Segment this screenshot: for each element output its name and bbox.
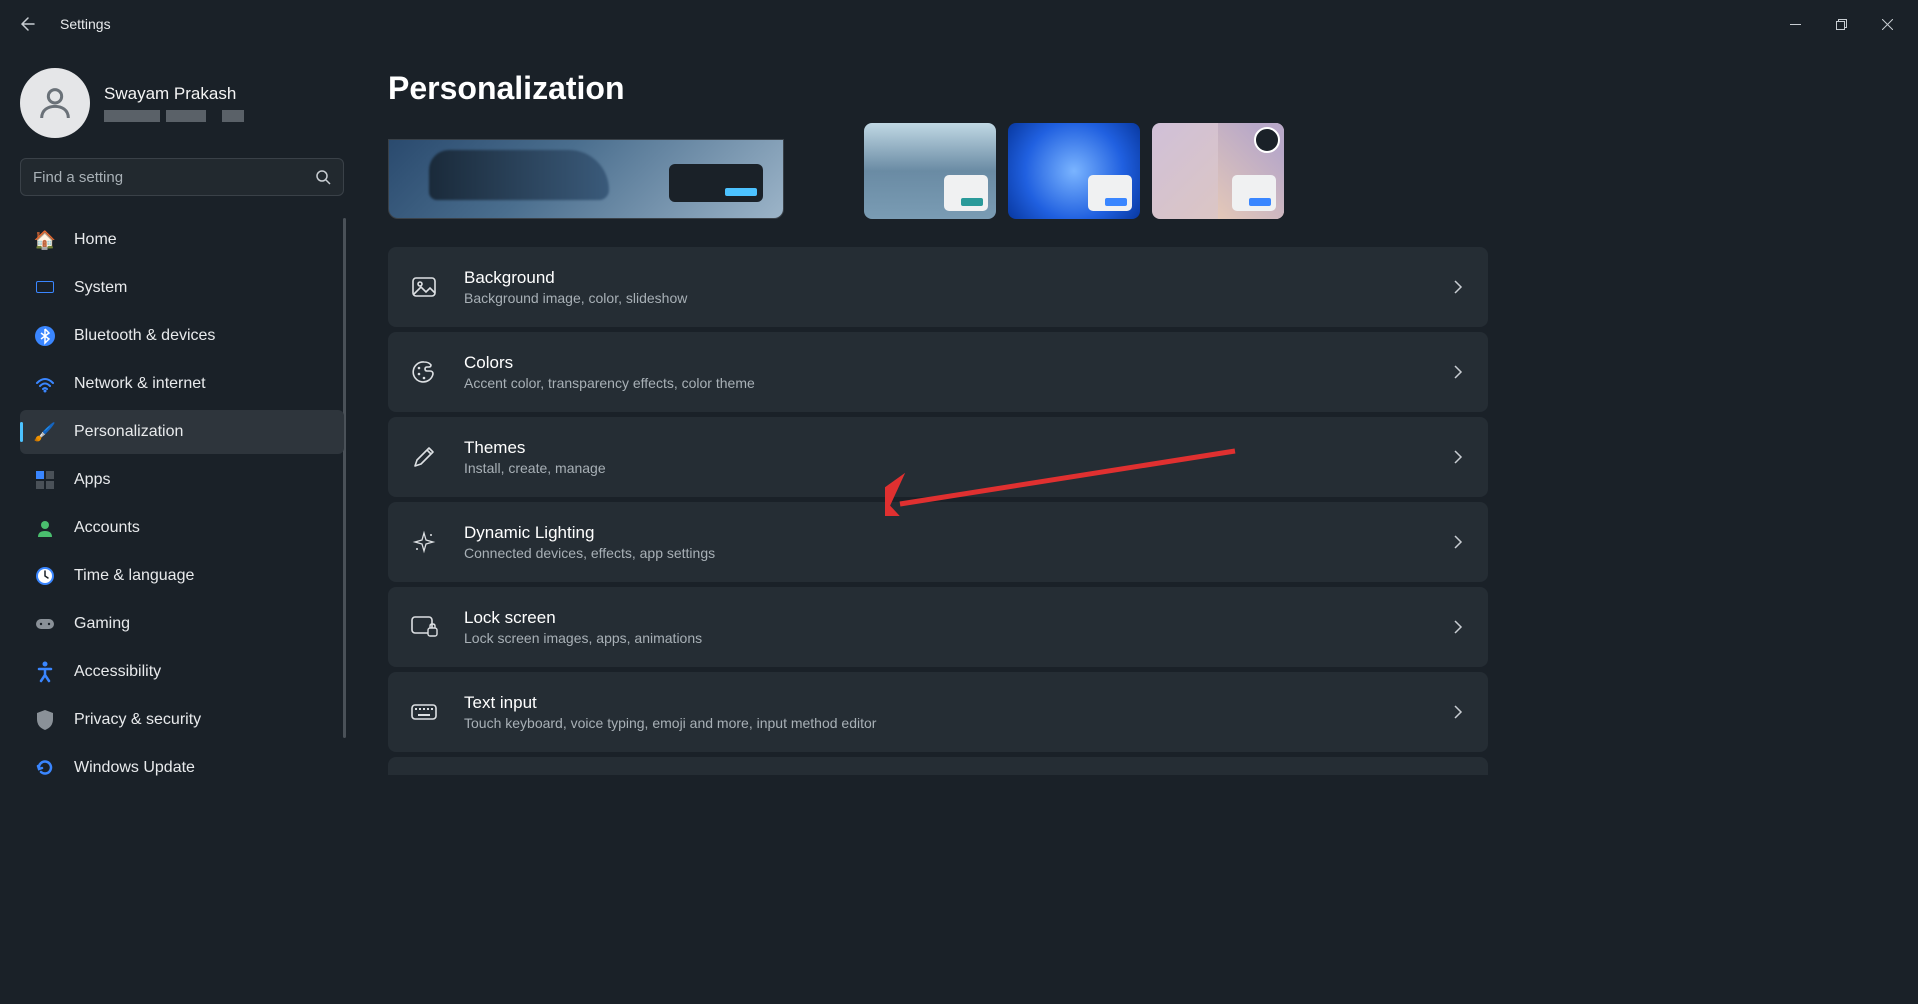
nav-label: Privacy & security	[74, 711, 201, 729]
theme-thumb-1[interactable]	[864, 123, 996, 219]
chevron-right-icon	[1450, 364, 1466, 380]
setting-title: Colors	[464, 353, 1424, 373]
setting-subtitle: Background image, color, slideshow	[464, 290, 1424, 306]
settings-list: Background Background image, color, slid…	[388, 247, 1488, 775]
titlebar: Settings	[0, 0, 1918, 48]
sparkle-icon	[410, 528, 438, 556]
nav-bluetooth[interactable]: Bluetooth & devices	[20, 314, 344, 358]
setting-title: Lock screen	[464, 608, 1424, 628]
update-icon	[34, 757, 56, 779]
setting-title: Background	[464, 268, 1424, 288]
nav-privacy-security[interactable]: Privacy & security	[20, 698, 344, 742]
search-input[interactable]	[33, 169, 315, 186]
account-icon	[34, 517, 56, 539]
setting-title: Dynamic Lighting	[464, 523, 1424, 543]
theme-thumb-2[interactable]	[1008, 123, 1140, 219]
nav-label: Personalization	[74, 423, 183, 441]
search-box[interactable]	[20, 158, 344, 196]
nav-label: Accessibility	[74, 663, 161, 681]
nav-label: Accounts	[74, 519, 140, 537]
setting-title: Themes	[464, 438, 1424, 458]
user-account-row[interactable]: Swayam Prakash	[20, 68, 344, 138]
nav-home[interactable]: 🏠 Home	[20, 218, 344, 262]
arrow-left-icon	[20, 16, 36, 32]
clock-icon	[34, 565, 56, 587]
nav-accounts[interactable]: Accounts	[20, 506, 344, 550]
chevron-right-icon	[1450, 704, 1466, 720]
nav-label: Network & internet	[74, 375, 206, 393]
chevron-right-icon	[1450, 619, 1466, 635]
setting-subtitle: Accent color, transparency effects, colo…	[464, 375, 1424, 391]
main-content: Personalization Background Background im…	[360, 48, 1918, 1004]
theme-preview-row	[388, 123, 1886, 219]
window-controls	[1772, 8, 1910, 40]
username: Swayam Prakash	[104, 84, 244, 104]
image-icon	[410, 273, 438, 301]
nav-windows-update[interactable]: Windows Update	[20, 746, 344, 790]
accessibility-icon	[34, 661, 56, 683]
setting-subtitle: Install, create, manage	[464, 460, 1424, 476]
bluetooth-icon	[34, 325, 56, 347]
setting-dynamic-lighting[interactable]: Dynamic Lighting Connected devices, effe…	[388, 502, 1488, 582]
setting-subtitle: Connected devices, effects, app settings	[464, 545, 1424, 561]
setting-subtitle: Touch keyboard, voice typing, emoji and …	[464, 715, 1424, 731]
nav-label: Time & language	[74, 567, 194, 585]
page-title: Personalization	[388, 70, 1886, 107]
setting-text-input[interactable]: Text input Touch keyboard, voice typing,…	[388, 672, 1488, 752]
setting-background[interactable]: Background Background image, color, slid…	[388, 247, 1488, 327]
nav-label: System	[74, 279, 127, 297]
nav-system[interactable]: System	[20, 266, 344, 310]
chevron-right-icon	[1450, 279, 1466, 295]
minimize-icon	[1790, 19, 1801, 30]
nav-label: Windows Update	[74, 759, 195, 777]
maximize-button[interactable]	[1818, 8, 1864, 40]
setting-partial[interactable]	[388, 757, 1488, 775]
close-icon	[1882, 19, 1893, 30]
apps-icon	[34, 469, 56, 491]
avatar	[20, 68, 90, 138]
setting-themes[interactable]: Themes Install, create, manage	[388, 417, 1488, 497]
wifi-icon	[34, 373, 56, 395]
minimize-button[interactable]	[1772, 8, 1818, 40]
chevron-right-icon	[1450, 534, 1466, 550]
sidebar: Swayam Prakash 🏠 Home System	[0, 48, 360, 1004]
nav-label: Bluetooth & devices	[74, 327, 215, 345]
lock-screen-icon	[410, 613, 438, 641]
user-icon	[35, 83, 75, 123]
palette-icon	[410, 358, 438, 386]
shield-icon	[34, 709, 56, 731]
gamepad-icon	[34, 613, 56, 635]
system-icon	[34, 277, 56, 299]
user-email-redacted	[104, 110, 244, 122]
maximize-icon	[1836, 19, 1847, 30]
setting-colors[interactable]: Colors Accent color, transparency effect…	[388, 332, 1488, 412]
nav-label: Home	[74, 231, 117, 249]
setting-subtitle: Lock screen images, apps, animations	[464, 630, 1424, 646]
nav-label: Gaming	[74, 615, 130, 633]
nav-network[interactable]: Network & internet	[20, 362, 344, 406]
nav-time-language[interactable]: Time & language	[20, 554, 344, 598]
nav-apps[interactable]: Apps	[20, 458, 344, 502]
desktop-preview[interactable]	[388, 139, 784, 219]
setting-title: Text input	[464, 693, 1424, 713]
chevron-right-icon	[1450, 449, 1466, 465]
theme-thumb-3[interactable]	[1152, 123, 1284, 219]
nav-personalization[interactable]: 🖌️ Personalization	[20, 410, 344, 454]
back-button[interactable]	[8, 4, 48, 44]
pen-icon	[410, 443, 438, 471]
home-icon: 🏠	[34, 229, 56, 251]
nav-label: Apps	[74, 471, 110, 489]
nav-accessibility[interactable]: Accessibility	[20, 650, 344, 694]
keyboard-icon	[410, 698, 438, 726]
nav-list: 🏠 Home System Bluetooth & devices Networ…	[20, 218, 344, 790]
setting-lock-screen[interactable]: Lock screen Lock screen images, apps, an…	[388, 587, 1488, 667]
paintbrush-icon: 🖌️	[34, 421, 56, 443]
nav-gaming[interactable]: Gaming	[20, 602, 344, 646]
window-title: Settings	[60, 16, 111, 32]
close-button[interactable]	[1864, 8, 1910, 40]
search-icon	[315, 169, 331, 185]
